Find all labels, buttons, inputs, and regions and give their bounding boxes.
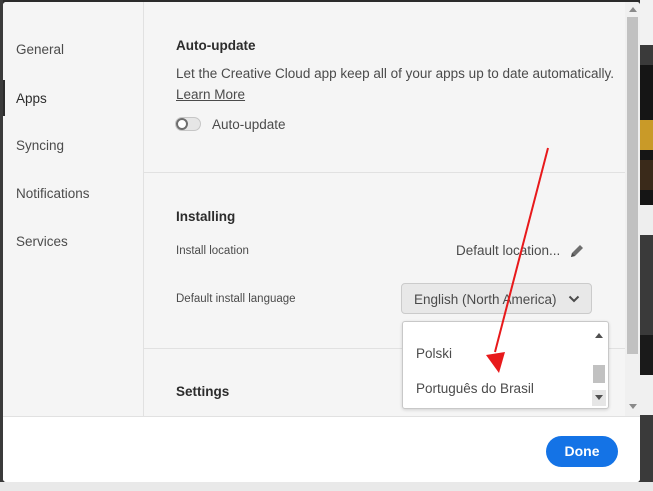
toggle-knob [176,118,188,130]
panel-scroll-thumb[interactable] [627,17,638,354]
auto-update-description: Let the Creative Cloud app keep all of y… [176,66,615,81]
done-button[interactable]: Done [546,436,618,467]
dropdown-scroll-thumb[interactable] [593,365,605,383]
apps-settings-panel: Auto-update Let the Creative Cloud app k… [144,2,625,416]
auto-update-toggle[interactable] [175,117,201,131]
pencil-icon[interactable] [568,242,586,260]
language-option-portugues-do-brasil[interactable]: Português do Brasil [416,381,534,396]
chevron-down-icon [568,295,580,303]
background-app-edge-right [640,0,653,491]
install-language-dropdown-list[interactable]: Polski Português do Brasil [402,321,609,409]
learn-more-link[interactable]: Learn More [176,87,245,102]
triangle-up-icon[interactable] [595,333,603,338]
sidebar-item-apps[interactable]: Apps [16,91,47,106]
preferences-sidebar: General Apps Syncing Notifications Servi… [3,2,144,416]
triangle-down-icon[interactable] [629,404,637,409]
auto-update-toggle-label: Auto-update [212,117,286,132]
default-install-language-label: Default install language [176,293,296,305]
language-option-polski[interactable]: Polski [416,346,452,361]
install-location-value[interactable]: Default location... [456,243,560,258]
install-language-selected-value: English (North America) [414,292,557,307]
section-divider [144,172,625,173]
install-language-select[interactable]: English (North America) [401,283,592,314]
installing-heading: Installing [176,209,236,224]
triangle-down-icon[interactable] [595,395,603,400]
sidebar-item-services[interactable]: Services [16,234,68,249]
preferences-dialog: General Apps Syncing Notifications Servi… [3,2,640,482]
dropdown-scrollbar[interactable] [592,325,606,406]
triangle-up-icon[interactable] [629,7,637,12]
dropdown-scroll-down-button[interactable] [592,390,606,406]
auto-update-heading: Auto-update [176,38,256,53]
sidebar-item-notifications[interactable]: Notifications [16,186,90,201]
panel-scrollbar[interactable] [625,2,640,416]
install-location-label: Install location [176,245,249,257]
sidebar-item-general[interactable]: General [16,42,64,57]
sidebar-item-syncing[interactable]: Syncing [16,138,64,153]
dialog-footer: Done [3,416,640,482]
settings-heading: Settings [176,384,230,399]
active-nav-indicator [3,80,5,116]
background-app-edge-bottom [0,482,653,491]
